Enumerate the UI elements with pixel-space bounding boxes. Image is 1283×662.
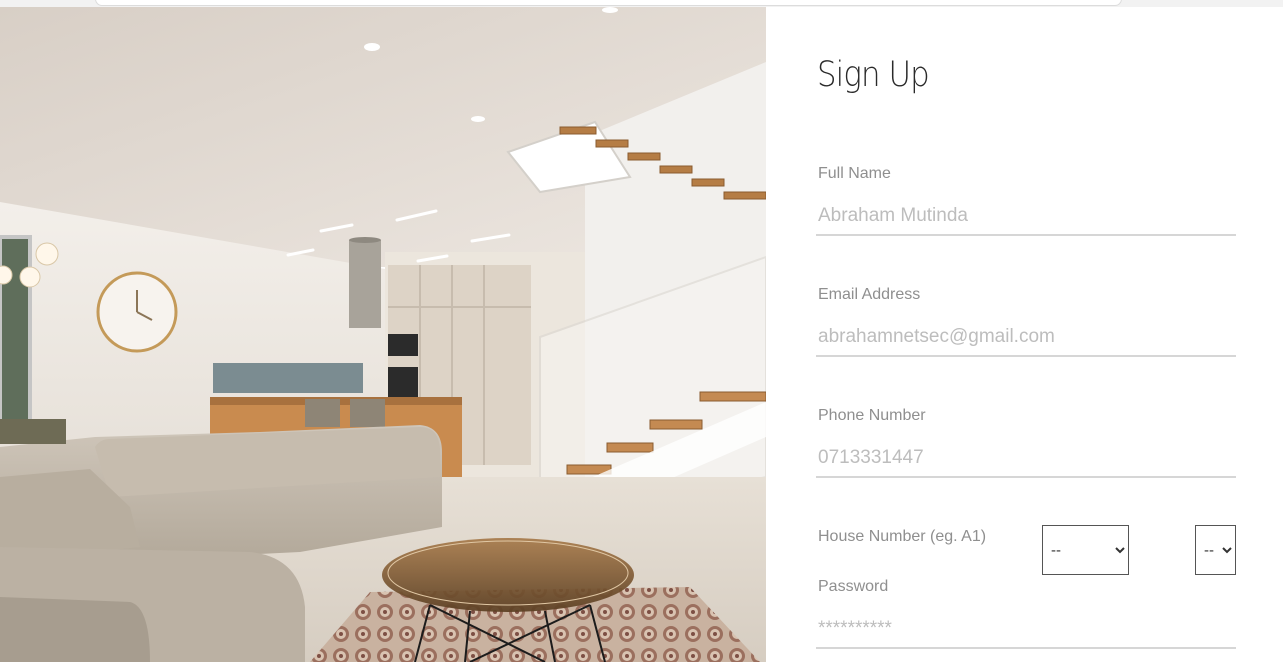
signup-title: Sign Up [817,55,930,95]
phone-input[interactable] [816,440,1236,478]
full-name-input[interactable] [816,198,1236,236]
house-number-label: House Number (eg. A1) [818,528,987,545]
interior-hero-image [0,7,766,662]
full-name-label: Full Name [818,165,891,182]
phone-label: Phone Number [818,407,926,424]
house-block-select[interactable]: -- [1042,525,1129,575]
email-input[interactable] [816,319,1236,357]
password-label: Password [818,578,889,595]
address-bar[interactable] [95,0,1122,6]
signup-form-panel: Sign Up Full Name Email Address Phone Nu… [766,7,1283,662]
email-label: Email Address [818,286,921,303]
password-input[interactable] [816,611,1236,649]
house-number-select[interactable]: -- [1195,525,1236,575]
